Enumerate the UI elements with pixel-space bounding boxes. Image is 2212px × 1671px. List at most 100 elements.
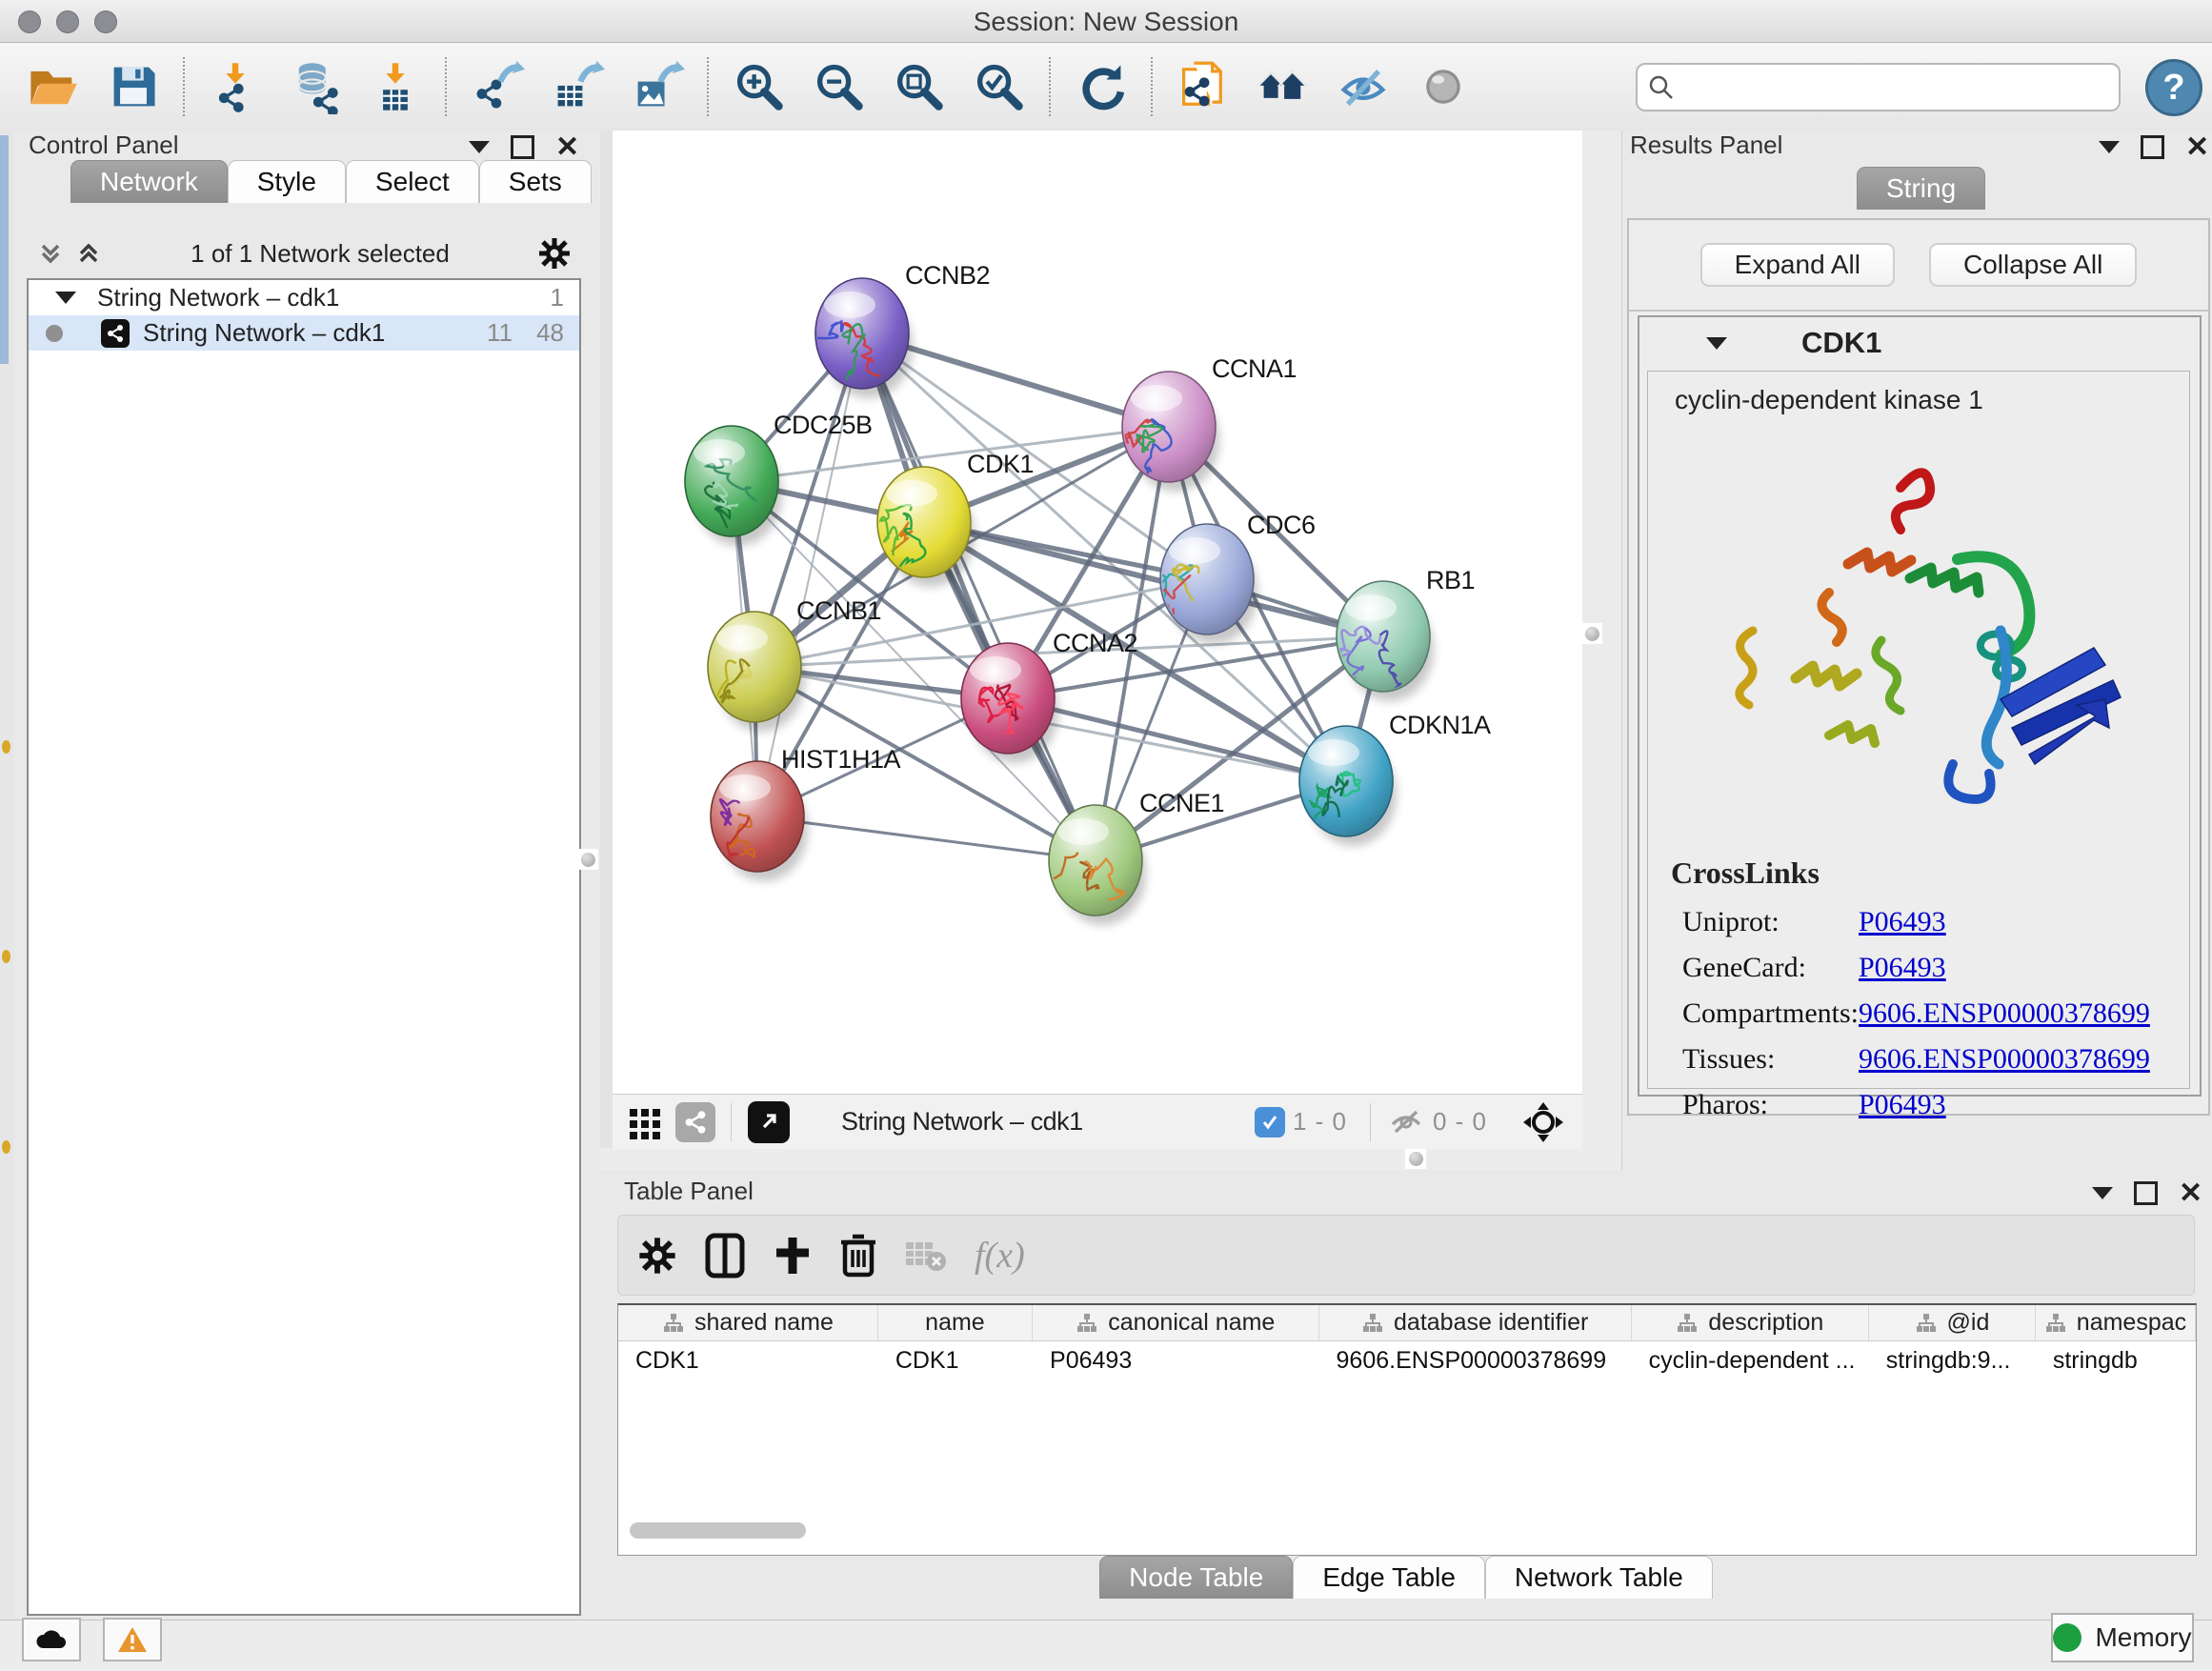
network-node-ccnb1[interactable]: CCNB1 — [702, 596, 881, 732]
close-panel-icon[interactable]: ✕ — [2185, 138, 2209, 157]
network-node-ccna2[interactable]: CCNA2 — [961, 629, 1137, 763]
help-icon[interactable]: ? — [2145, 59, 2202, 116]
close-panel-icon[interactable]: ✕ — [555, 138, 579, 157]
network-node-ccna1[interactable]: CCNA1 — [1120, 354, 1297, 492]
cloud-button[interactable] — [22, 1618, 81, 1661]
horizontal-scrollbar[interactable] — [630, 1522, 806, 1539]
collection-count: 1 — [551, 283, 564, 312]
crosslink-link[interactable]: 9606.ENSP00000378699 — [1859, 1043, 2150, 1076]
open-folder-icon[interactable] — [26, 59, 81, 114]
save-icon[interactable] — [106, 59, 161, 114]
export-network-icon[interactable] — [470, 59, 525, 114]
network-collection-row[interactable]: String Network – cdk1 1 — [29, 280, 579, 315]
grid-view-icon[interactable] — [626, 1103, 664, 1141]
zoom-selected-icon[interactable] — [972, 59, 1027, 114]
table-cell[interactable]: stringdb — [2036, 1341, 2196, 1379]
network-node-hist1h1a[interactable]: HIST1H1A — [711, 745, 901, 881]
collapse-all-button[interactable]: Collapse All — [1929, 243, 2137, 287]
column-header[interactable]: name — [878, 1305, 1033, 1340]
expand-all-button[interactable]: Expand All — [1700, 243, 1895, 287]
table-cell[interactable]: cyclin-dependent ... — [1632, 1341, 1869, 1379]
panel-menu-icon[interactable] — [2099, 141, 2120, 153]
network-node-ccnb2[interactable]: CCNB2 — [800, 261, 990, 398]
birds-eye-icon[interactable] — [1521, 1100, 1565, 1144]
crosslink-link[interactable]: P06493 — [1859, 906, 1946, 938]
import-network-icon[interactable] — [208, 59, 263, 114]
column-header[interactable]: shared name — [618, 1305, 878, 1340]
show-eye-icon[interactable] — [1416, 59, 1471, 114]
share-view-icon[interactable] — [675, 1102, 715, 1142]
panel-menu-icon[interactable] — [2092, 1187, 2113, 1199]
table-cell[interactable]: CDK1 — [878, 1341, 1033, 1379]
float-panel-icon[interactable] — [2141, 135, 2164, 159]
export-image-icon[interactable] — [630, 59, 685, 114]
float-panel-icon[interactable] — [2134, 1181, 2158, 1205]
tab-node-table[interactable]: Node Table — [1099, 1556, 1293, 1599]
import-table-icon[interactable] — [368, 59, 423, 114]
column-header[interactable]: database identifier — [1319, 1305, 1632, 1340]
tab-edge-table[interactable]: Edge Table — [1293, 1556, 1485, 1599]
homes-icon[interactable] — [1256, 59, 1311, 114]
add-column-icon[interactable] — [773, 1234, 813, 1278]
refresh-icon[interactable] — [1074, 59, 1129, 114]
selected-checkbox-icon[interactable] — [1255, 1107, 1285, 1137]
collection-expand-icon[interactable] — [55, 292, 76, 304]
export-table-icon[interactable] — [550, 59, 605, 114]
float-panel-icon[interactable] — [511, 135, 534, 159]
tab-network-table[interactable]: Network Table — [1485, 1556, 1713, 1599]
search-input[interactable] — [1685, 73, 2119, 102]
delete-table-icon[interactable] — [904, 1237, 948, 1275]
column-header[interactable]: canonical name — [1033, 1305, 1319, 1340]
table-row[interactable]: CDK1CDK1P064939606.ENSP00000378699cyclin… — [618, 1341, 2196, 1379]
network-canvas[interactable]: CCNB2CCNA1CDC25BCDK1CDC6RB1CCNB1CCNA2CDK… — [613, 131, 1582, 1094]
bottom-splitter-handle[interactable] — [1405, 1148, 1426, 1169]
table-cell[interactable]: CDK1 — [618, 1341, 878, 1379]
gene-collapse-icon[interactable] — [1706, 337, 1727, 350]
function-builder-icon[interactable]: f(x) — [975, 1235, 1025, 1277]
share-document-icon[interactable] — [1176, 59, 1231, 114]
network-node-ccne1[interactable]: CCNE1 — [1016, 789, 1224, 925]
hide-eye-icon[interactable] — [1336, 59, 1391, 114]
open-in-new-window-icon[interactable] — [748, 1101, 790, 1143]
left-splitter[interactable] — [600, 131, 613, 1148]
collapse-all-icon[interactable] — [36, 239, 65, 268]
zoom-fit-icon[interactable] — [892, 59, 947, 114]
search-box[interactable] — [1636, 63, 2121, 111]
network-node-cdc25b[interactable]: CDC25B — [685, 411, 873, 546]
table-cell[interactable]: P06493 — [1033, 1341, 1318, 1379]
column-header[interactable]: namespac — [2036, 1305, 2196, 1340]
column-header[interactable]: @id — [1869, 1305, 2036, 1340]
table-cell[interactable]: 9606.ENSP00000378699 — [1319, 1341, 1632, 1379]
gear-icon[interactable] — [537, 236, 572, 271]
column-header[interactable]: description — [1632, 1305, 1869, 1340]
tab-network[interactable]: Network — [70, 160, 228, 203]
table-cell[interactable]: stringdb:9... — [1869, 1341, 2036, 1379]
network-node-cdc6[interactable]: CDC6 — [1146, 511, 1316, 644]
node-table[interactable]: shared namenamecanonical namedatabase id… — [617, 1303, 2197, 1556]
expand-all-icon[interactable] — [74, 239, 103, 268]
memory-button[interactable]: Memory — [2051, 1613, 2194, 1662]
zoom-out-icon[interactable] — [812, 59, 867, 114]
panel-menu-icon[interactable] — [469, 141, 490, 153]
network-node-rb1[interactable]: RB1 — [1331, 566, 1475, 701]
tab-string[interactable]: String — [1857, 167, 1985, 210]
right-splitter-handle[interactable] — [1581, 623, 1602, 644]
crosslink-link[interactable]: P06493 — [1859, 952, 1946, 984]
warnings-button[interactable] — [103, 1618, 162, 1661]
left-splitter-handle[interactable] — [577, 849, 598, 870]
bottom-splitter[interactable] — [600, 1148, 1621, 1170]
crosslink-link[interactable]: 9606.ENSP00000378699 — [1859, 997, 2150, 1030]
table-gear-icon[interactable] — [637, 1236, 677, 1276]
tab-select[interactable]: Select — [346, 160, 479, 203]
zoom-in-icon[interactable] — [732, 59, 787, 114]
network-row[interactable]: String Network – cdk1 11 48 — [29, 315, 579, 351]
crosslink-link[interactable]: P06493 — [1859, 1089, 1946, 1121]
tab-style[interactable]: Style — [228, 160, 346, 203]
tab-sets[interactable]: Sets — [479, 160, 592, 203]
import-database-icon[interactable] — [288, 59, 343, 114]
show-columns-icon[interactable] — [704, 1233, 746, 1278]
network-node-cdkn1a[interactable]: CDKN1A — [1299, 711, 1491, 846]
close-panel-icon[interactable]: ✕ — [2179, 1184, 2202, 1203]
delete-column-icon[interactable] — [839, 1233, 877, 1278]
hidden-eye-icon[interactable] — [1387, 1103, 1425, 1141]
